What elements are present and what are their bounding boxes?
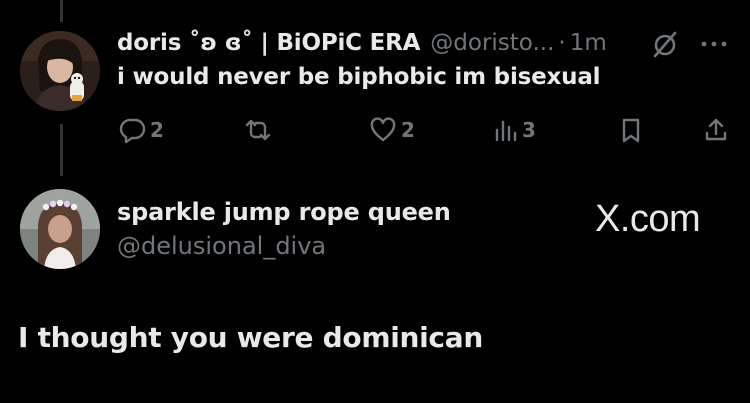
display-name[interactable]: sparkle jump rope queen — [117, 198, 451, 226]
timestamp[interactable]: 1m — [570, 30, 607, 56]
handle[interactable]: @delusional_diva — [117, 232, 326, 260]
x-watermark: X.com — [595, 198, 701, 240]
share-button[interactable] — [703, 113, 729, 147]
bookmark-button[interactable] — [619, 113, 643, 147]
thread-line — [60, 0, 63, 22]
tweet-header: doris ˚ʚ ɞ˚ | BiOPiC ERA @doristo... · 1… — [117, 28, 607, 58]
more-icon[interactable] — [699, 32, 729, 56]
views-icon — [494, 116, 518, 144]
like-icon — [369, 116, 397, 144]
like-count: 2 — [401, 118, 415, 142]
views-button[interactable]: 3 — [494, 113, 536, 147]
handle[interactable]: @doristo... — [430, 30, 554, 56]
retweet-button[interactable] — [243, 113, 273, 147]
mute-icon[interactable] — [649, 30, 681, 58]
display-name[interactable]: doris ˚ʚ ɞ˚ | BiOPiC ERA — [117, 30, 420, 56]
action-bar: 2 2 3 — [0, 113, 750, 147]
thread-line — [60, 124, 63, 176]
reply-button[interactable]: 2 — [118, 113, 164, 147]
separator: · — [558, 30, 566, 56]
tweet-text: i would never be biphobic im bisexual — [117, 64, 601, 90]
avatar[interactable] — [20, 189, 100, 269]
tweet-text: I thought you were dominican — [18, 321, 483, 354]
avatar[interactable] — [20, 31, 100, 111]
view-count: 3 — [522, 118, 536, 142]
share-icon — [703, 116, 729, 144]
reply-icon — [118, 116, 146, 144]
like-button[interactable]: 2 — [369, 113, 415, 147]
bookmark-icon — [619, 116, 643, 144]
reply-count: 2 — [150, 118, 164, 142]
retweet-icon — [243, 116, 273, 144]
